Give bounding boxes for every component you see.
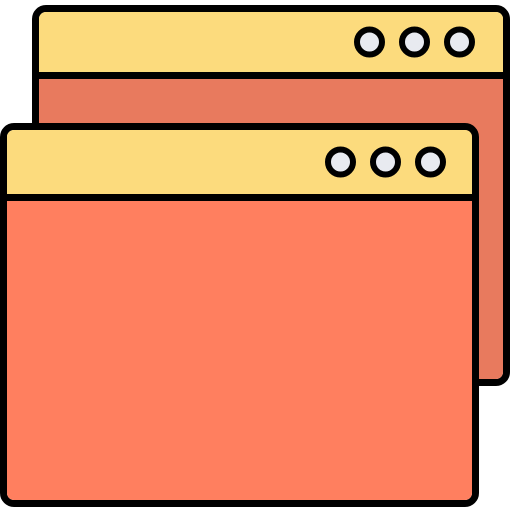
front-window-titlebar: [7, 130, 472, 201]
window-control-dot-icon: [370, 146, 401, 178]
window-control-dot-icon: [444, 26, 475, 58]
front-window-controls: [325, 146, 446, 178]
browser-windows-icon: [0, 0, 512, 512]
window-control-dot-icon: [325, 146, 356, 178]
back-window-titlebar: [39, 12, 503, 79]
window-control-dot-icon: [415, 146, 446, 178]
front-window: [0, 123, 479, 507]
back-window-controls: [354, 26, 475, 58]
window-control-dot-icon: [399, 26, 430, 58]
front-window-body: [7, 201, 472, 500]
window-control-dot-icon: [354, 26, 385, 58]
